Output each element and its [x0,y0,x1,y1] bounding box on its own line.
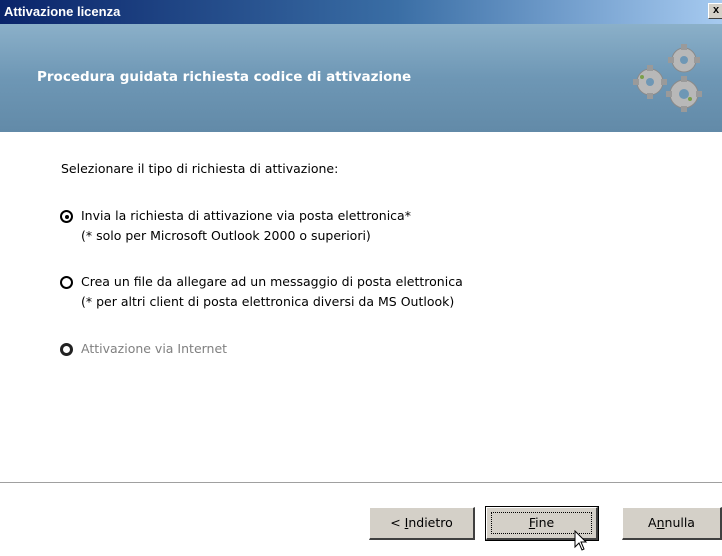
window-title: Attivazione licenza [4,4,121,19]
title-bar: Attivazione licenza x [0,0,722,24]
radio-create-file[interactable] [60,276,73,289]
option-internet-label: Attivazione via Internet [81,341,228,356]
gears-icon [633,44,702,112]
wizard-title: Procedura guidata richiesta codice di at… [37,69,412,85]
radio-internet-activation [60,343,73,356]
cancel-mnemonic: n [656,515,665,530]
finish-rest: ine [535,515,555,530]
close-icon: x [712,4,720,16]
footer-divider [0,482,722,484]
cancel-button[interactable]: Annulla [622,507,722,540]
option-file-note: (* per altri client di posta elettronica… [81,294,455,309]
cancel-prefix: A [648,515,657,530]
option-email-label[interactable]: Invia la richiesta di attivazione via po… [81,208,411,223]
mouse-pointer-icon [574,530,588,551]
back-prefix: < [390,515,405,530]
option-email-note: (* solo per Microsoft Outlook 2000 o sup… [81,228,371,243]
radio-email-request[interactable] [60,210,73,223]
back-rest: ndietro [408,515,453,530]
cancel-rest: nulla [664,515,695,530]
wizard-header: Procedura guidata richiesta codice di at… [0,24,722,132]
selection-prompt: Selezionare il tipo di richiesta di atti… [61,161,339,176]
option-file-label[interactable]: Crea un file da allegare ad un messaggio… [81,274,463,289]
close-button[interactable]: x [708,3,722,19]
back-button[interactable]: < Indietro [369,507,475,540]
